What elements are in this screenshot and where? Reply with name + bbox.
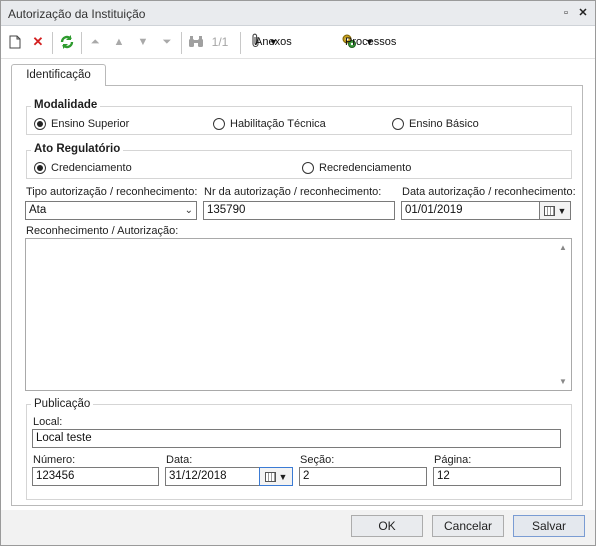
radio-label: Habilitação Técnica [230,118,326,130]
binoculars-icon[interactable] [187,32,205,52]
vertical-scrollbar[interactable]: ▲ ▼ [557,239,571,390]
ok-button[interactable]: OK [351,515,423,537]
toolbar: ✕ ⏶ ▲ ▼ ⏷ 1/1 Anexos ▼ Processos ▼ [1,26,595,59]
numero-input[interactable]: 123456 [32,467,159,486]
toolbar-separator [240,32,241,54]
chevron-down-icon: ⌄ [184,205,193,216]
local-input[interactable]: Local teste [32,429,561,448]
secao-input[interactable]: 2 [299,467,427,486]
secao-label: Seção: [300,454,335,466]
data-input[interactable]: 01/01/2019 [401,201,540,220]
radio-indicator [213,118,225,130]
dialog-footer: OK Cancelar Salvar [1,510,595,545]
pagina-input[interactable]: 12 [433,467,561,486]
tipo-select[interactable]: Ata ⌄ [25,201,197,220]
chevron-down-icon: ▼ [278,471,288,482]
radio-indicator [392,118,404,130]
radio-indicator [302,162,314,174]
record-counter: 1/1 [211,35,229,49]
tab-identificacao[interactable]: Identificação [11,64,106,86]
calendar-dropdown-button[interactable]: ▼ [539,201,571,220]
delete-icon[interactable]: ✕ [30,32,46,52]
numero-label: Número: [33,454,76,466]
close-icon[interactable]: ✕ [576,6,590,20]
radio-label: Ensino Superior [51,118,130,130]
dialog-window: Autorização da Instituição ▫ ✕ ✕ ⏶ ▲ ▼ ⏷… [0,0,596,546]
tipo-label: Tipo autorização / reconhecimento: [26,186,198,198]
radio-recredenciamento[interactable]: Recredenciamento [302,162,411,174]
toolbar-separator [181,32,182,54]
scroll-down-icon[interactable]: ▼ [559,377,567,386]
radio-label: Credenciamento [51,162,132,174]
radio-label: Recredenciamento [319,162,412,174]
pagina-label: Página: [434,454,472,466]
nr-label: Nr da autorização / reconhecimento: [204,186,382,198]
new-document-icon[interactable] [7,32,23,52]
reconhecimento-textarea[interactable]: ▲ ▼ [25,238,572,391]
nr-input[interactable]: 135790 [203,201,395,220]
calendar-icon [264,471,276,482]
anexos-label: Anexos [255,36,292,48]
radio-habilitacao-tecnica[interactable]: Habilitação Técnica [213,118,326,130]
local-label: Local: [33,416,63,428]
scroll-up-icon[interactable]: ▲ [559,243,567,252]
ato-regulatorio-title: Ato Regulatório [31,143,124,155]
radio-indicator [34,162,46,174]
processos-menu-button[interactable]: Processos ▼ [341,32,396,52]
refresh-icon[interactable] [58,32,76,52]
radio-label: Ensino Básico [409,118,479,130]
next-record-icon[interactable]: ▼ [135,32,151,52]
publicacao-title: Publicação [31,398,94,410]
identificacao-panel: Modalidade Ensino Superior Habilitação T… [11,85,583,506]
radio-indicator [34,118,46,130]
toolbar-separator [52,32,53,54]
previous-record-icon[interactable]: ▲ [111,32,127,52]
first-record-icon[interactable]: ⏶ [87,32,103,52]
modalidade-title: Modalidade [31,99,101,111]
window-title: Autorização da Instituição [8,7,146,21]
radio-ensino-basico[interactable]: Ensino Básico [392,118,479,130]
save-button[interactable]: Salvar [513,515,585,537]
last-record-icon[interactable]: ⏷ [159,32,175,52]
reconhecimento-label: Reconhecimento / Autorização: [26,225,179,237]
tipo-value: Ata [29,204,47,216]
data-label: Data autorização / reconhecimento: [402,186,576,198]
anexos-menu-button[interactable]: Anexos ▼ [251,32,292,52]
cancel-button[interactable]: Cancelar [432,515,504,537]
data-publicacao-input[interactable]: 31/12/2018 [165,467,260,486]
data-publicacao-label: Data: [166,454,193,466]
chevron-down-icon: ▼ [557,205,567,216]
radio-credenciamento[interactable]: Credenciamento [34,162,132,174]
calendar-icon [543,205,555,216]
radio-ensino-superior[interactable]: Ensino Superior [34,118,129,130]
processos-label: Processos [345,36,397,48]
toolbar-separator [81,32,82,54]
title-bar: Autorização da Instituição ▫ ✕ [1,1,595,26]
calendar-dropdown-button[interactable]: ▼ [259,467,293,486]
restore-icon[interactable]: ▫ [559,6,573,20]
